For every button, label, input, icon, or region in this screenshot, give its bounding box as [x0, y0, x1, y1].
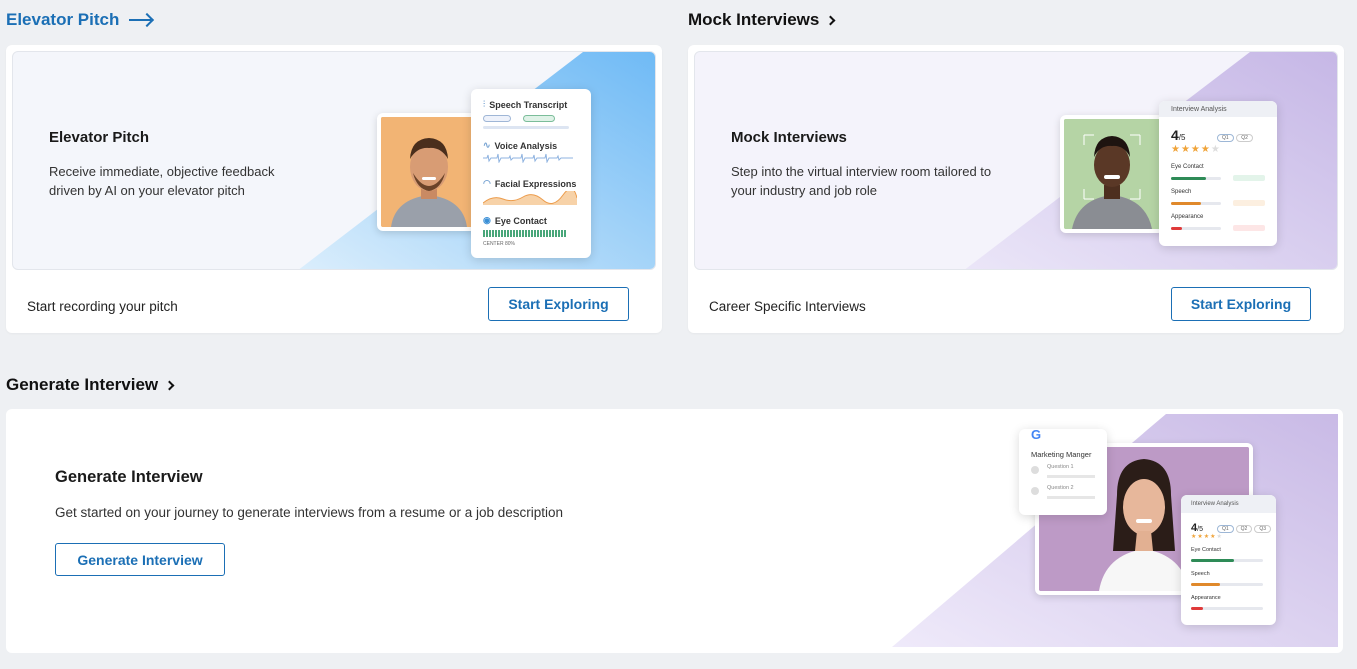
voice-waveform	[483, 153, 573, 163]
card-footer-text: Career Specific Interviews	[709, 299, 866, 314]
chevron-right-icon	[164, 380, 175, 390]
card-description: Receive immediate, objective feedback dr…	[49, 164, 275, 198]
job-role: Marketing Manger	[1031, 450, 1092, 459]
q2-pill: Q2	[1235, 525, 1253, 533]
appearance-label: Appearance	[1171, 214, 1204, 220]
eye-contact-bar	[483, 230, 567, 237]
candidate-photo	[377, 113, 481, 231]
card-description: Step into the virtual interview room tai…	[731, 164, 992, 198]
center-label: CENTER 80%	[483, 241, 515, 247]
interview-analysis-panel: Interview Analysis 4/5 Q1 Q2 Q3 ★★★★★ Ey…	[1181, 495, 1276, 625]
q3-pill: Q3	[1254, 525, 1272, 533]
card-footer-text: Start recording your pitch	[27, 299, 178, 314]
card-title: Elevator Pitch	[49, 129, 150, 146]
q2-pill: Q2	[1236, 134, 1253, 142]
mock-interviews-heading-label: Mock Interviews	[688, 10, 820, 29]
eye-contact-bar	[1191, 559, 1263, 562]
panel-title: Interview Analysis	[1159, 101, 1277, 117]
elevator-pitch-card: Elevator Pitch Receive immediate, object…	[6, 45, 662, 333]
score-suffix: /5	[1178, 133, 1186, 142]
speech-label: Speech	[1171, 189, 1192, 195]
mock-interviews-hero: Mock Interviews Step into the virtual in…	[694, 51, 1338, 270]
arrow-right-icon	[129, 19, 152, 21]
elevator-pitch-heading[interactable]: Elevator Pitch	[6, 10, 152, 30]
speech-transcript-label: Speech Transcript	[489, 99, 568, 110]
rating-stars: ★★★★★	[1171, 144, 1221, 155]
q1-pill: Q1	[1217, 134, 1234, 142]
mock-interviews-heading[interactable]: Mock Interviews	[688, 10, 836, 30]
appearance-label: Appearance	[1191, 595, 1221, 601]
generate-interview-heading-label: Generate Interview	[6, 375, 159, 394]
start-exploring-button[interactable]: Start Exploring	[1171, 287, 1311, 321]
card-description: Get started on your journey to generate …	[55, 505, 564, 520]
mock-interviews-card: Mock Interviews Step into the virtual in…	[688, 45, 1344, 333]
question-2: Question 2	[1047, 485, 1074, 491]
card-title: Generate Interview	[55, 468, 203, 486]
elevator-pitch-hero: Elevator Pitch Receive immediate, object…	[12, 51, 656, 270]
score-value: 4	[1171, 127, 1179, 143]
facial-expression-graph	[483, 191, 577, 205]
job-card: G Marketing Manger Question 1 Question 2	[1019, 427, 1107, 515]
speech-label: Speech	[1191, 571, 1210, 577]
man-portrait-image	[381, 117, 477, 227]
voice-analysis-label: Voice Analysis	[494, 140, 558, 151]
generate-interview-heading[interactable]: Generate Interview	[6, 375, 175, 395]
waveform-icon: ⫶	[483, 99, 486, 109]
generate-interview-button[interactable]: Generate Interview	[55, 543, 225, 576]
question-1: Question 1	[1047, 464, 1074, 470]
eye-contact-label: Eye Contact	[494, 215, 547, 226]
start-exploring-button[interactable]: Start Exploring	[488, 287, 629, 321]
speech-bar	[1171, 202, 1221, 205]
interview-analysis-panel: Interview Analysis 4/5 Q1 Q2 ★★★★★ Eye C…	[1159, 101, 1277, 246]
appearance-bar	[1171, 227, 1221, 230]
voice-icon: ∿	[483, 140, 491, 150]
elevator-pitch-heading-label: Elevator Pitch	[6, 10, 120, 29]
appearance-bar	[1191, 607, 1263, 610]
google-logo-icon: G	[1031, 427, 1042, 442]
candidate-photo	[1060, 115, 1164, 233]
rating-stars: ★★★★★	[1191, 534, 1223, 540]
eye-contact-label: Eye Contact	[1191, 547, 1221, 553]
q1-pill: Q1	[1217, 525, 1234, 533]
face-icon: ◠	[483, 178, 491, 188]
score-suffix: /5	[1197, 526, 1203, 533]
generate-interview-card: Generate Interview Get started on your j…	[6, 409, 1343, 653]
eye-icon: ◉	[483, 215, 491, 225]
speech-bar	[1191, 583, 1263, 586]
chevron-right-icon	[825, 15, 836, 25]
eye-contact-label: Eye Contact	[1171, 164, 1204, 170]
panel-title: Interview Analysis	[1181, 495, 1276, 513]
speech-analysis-panel: ⫶ Speech Transcript ∿ Voice Analysis ◠ F…	[471, 89, 591, 258]
card-title: Mock Interviews	[731, 129, 847, 146]
eye-contact-bar	[1171, 177, 1221, 180]
man-portrait-image	[1064, 119, 1160, 229]
facial-expressions-label: Facial Expressions	[494, 178, 577, 189]
